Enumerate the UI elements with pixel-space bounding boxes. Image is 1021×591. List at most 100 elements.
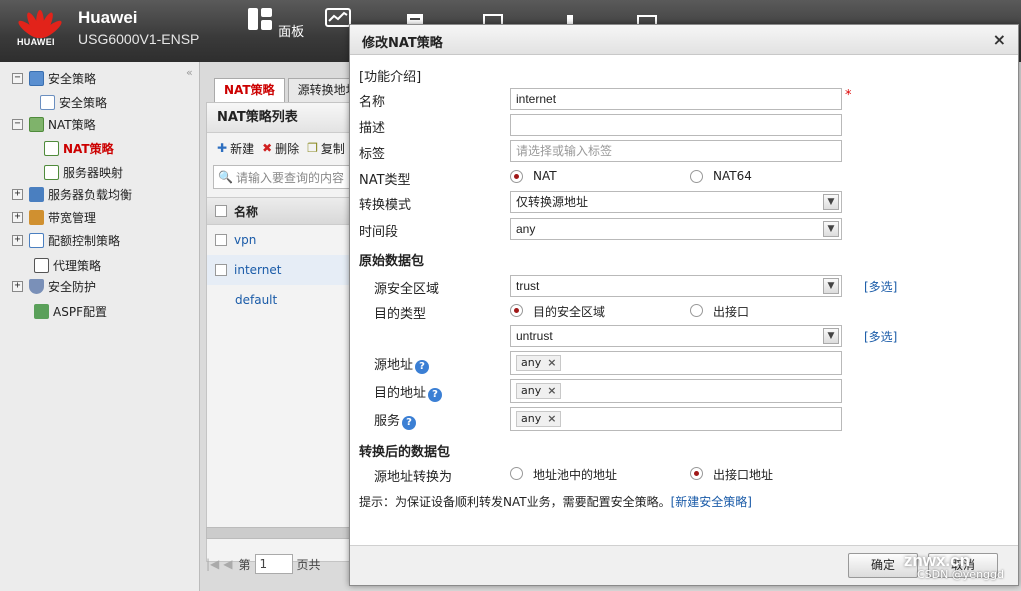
search-input[interactable]: 🔍 请输入要查询的内容 [213, 165, 363, 189]
tab-nat-policy[interactable]: NAT策略 [214, 78, 285, 102]
address-tag: any × [516, 355, 562, 371]
chevron-down-icon[interactable]: ▼ [823, 278, 839, 294]
src-address-label-group: 源地址? [374, 354, 430, 374]
sidebar-item-quota[interactable]: + 配额控制策略 [12, 229, 120, 251]
sidebar-item-security-protect[interactable]: + 安全防护 [12, 275, 96, 297]
time-range-select[interactable]: any ▼ [510, 218, 842, 240]
chevron-down-icon[interactable]: ▼ [823, 221, 839, 237]
egress-interface-label: 出接口地址 [713, 468, 774, 482]
copy-button-label: 复制 [320, 141, 345, 156]
row-checkbox[interactable] [215, 264, 227, 276]
proxy-icon [34, 257, 49, 273]
chevron-down-icon[interactable]: ▼ [823, 328, 839, 344]
tag-row: 标签 请选择或输入标签 [350, 140, 1018, 164]
dst-zone-multi-select-link[interactable]: [多选] [864, 328, 897, 345]
mode-label: 转换模式 [359, 198, 412, 213]
expander-icon[interactable]: + [12, 211, 23, 223]
address-pool-radio[interactable] [510, 467, 523, 480]
horizontal-scrollbar[interactable] [206, 527, 356, 539]
list-toolbar: ✚ 新建 ✖ 删除 ❐ 复制 [207, 133, 365, 163]
sidebar-item-server-mapping[interactable]: 服务器映射 [44, 161, 123, 183]
help-icon[interactable]: ? [428, 388, 443, 402]
chevron-down-icon[interactable]: ▼ [823, 194, 839, 210]
expander-icon[interactable]: + [12, 188, 23, 200]
required-marker: * [845, 88, 852, 103]
first-page-icon[interactable]: |◀ [206, 557, 219, 571]
brand-name: Huawei [78, 8, 138, 27]
dst-type-interface-radio[interactable] [690, 304, 703, 317]
name-label: 名称 [359, 95, 386, 110]
time-range-row: 时间段 any ▼ [350, 218, 1018, 242]
sidebar-item-aspf[interactable]: ASPF配置 [34, 300, 107, 322]
search-icon: 🔍 [218, 170, 233, 184]
name-row: 名称 internet * [350, 88, 1018, 112]
search-placeholder: 请输入要查询的内容 [235, 170, 344, 185]
expander-icon[interactable]: − [12, 72, 23, 84]
remove-tag-icon[interactable]: × [547, 384, 556, 397]
nat-type-nat-label: NAT [533, 169, 557, 183]
new-security-policy-link[interactable]: [新建安全策略] [671, 495, 752, 509]
nat-type-nat64-radio[interactable] [690, 170, 703, 183]
name-input[interactable]: internet [510, 88, 842, 110]
nav-dashboard[interactable]: 面板 [246, 6, 304, 40]
sidebar-item-security-policy[interactable]: − 安全策略 [12, 67, 96, 89]
collapse-sidebar-icon[interactable]: « [186, 66, 193, 79]
src-zone-multi-select-link[interactable]: [多选] [864, 278, 897, 295]
tag-input[interactable]: 请选择或输入标签 [510, 140, 842, 162]
src-translate-label: 源地址转换为 [374, 470, 453, 485]
sidebar-item-label: NAT策略 [48, 117, 96, 132]
table-row[interactable]: internet [207, 255, 365, 285]
row-name-link[interactable]: vpn [234, 233, 256, 247]
row-name-link[interactable]: internet [234, 263, 281, 277]
sidebar-item-bandwidth[interactable]: + 带宽管理 [12, 206, 96, 228]
table-row[interactable]: vpn [207, 225, 365, 255]
description-input[interactable] [510, 114, 842, 136]
expander-icon[interactable]: − [12, 118, 23, 130]
row-checkbox[interactable] [215, 234, 227, 246]
help-icon[interactable]: ? [402, 416, 417, 430]
close-icon[interactable]: × [993, 30, 1006, 49]
description-label: 描述 [359, 121, 386, 136]
remove-tag-icon[interactable]: × [547, 412, 556, 425]
watermark-sub: CSDN @yenggd [916, 568, 1004, 581]
dst-type-zone-radio[interactable] [510, 304, 523, 317]
description-row: 描述 [350, 114, 1018, 138]
page-number-input[interactable]: 1 [254, 554, 293, 574]
prev-page-icon[interactable]: ◀ [223, 557, 232, 571]
expander-icon[interactable]: + [12, 234, 23, 246]
feature-intro-link[interactable]: [功能介绍] [359, 66, 421, 85]
hint-row: 提示：为保证设备顺利转发NAT业务，需要配置安全策略。[新建安全策略] [350, 490, 1018, 514]
expander-icon[interactable]: + [12, 280, 23, 292]
sidebar-item-proxy[interactable]: 代理策略 [34, 254, 101, 276]
remove-tag-icon[interactable]: × [547, 356, 556, 369]
sidebar-item-nat-policy-sub[interactable]: NAT策略 [44, 137, 114, 159]
mode-select[interactable]: 仅转换源地址 ▼ [510, 191, 842, 213]
intro-row: [功能介绍] [350, 63, 1018, 87]
service-input[interactable]: any × [510, 407, 842, 431]
help-icon[interactable]: ? [415, 360, 430, 374]
tag-text: any [521, 356, 542, 369]
sidebar-item-load-balance[interactable]: + 服务器负载均衡 [12, 183, 132, 205]
dst-zone-select[interactable]: untrust ▼ [510, 325, 842, 347]
hint-group: 提示：为保证设备顺利转发NAT业务，需要配置安全策略。[新建安全策略] [359, 493, 752, 510]
sidebar-item-nat-policy[interactable]: − NAT策略 [12, 113, 96, 135]
copy-button[interactable]: ❐ 复制 [307, 140, 345, 157]
mode-value: 仅转换源地址 [516, 195, 589, 209]
nat-type-nat-radio[interactable] [510, 170, 523, 183]
delete-button[interactable]: ✖ 删除 [262, 140, 299, 157]
select-all-checkbox[interactable] [215, 205, 227, 217]
mode-row: 转换模式 仅转换源地址 ▼ [350, 191, 1018, 215]
egress-interface-radio[interactable] [690, 467, 703, 480]
server-map-icon [44, 164, 59, 180]
src-address-input[interactable]: any × [510, 351, 842, 375]
copy-icon: ❐ [307, 141, 318, 155]
huawei-logo-icon [18, 10, 62, 39]
policy-doc-icon [40, 94, 55, 110]
row-name-link[interactable]: default [235, 293, 277, 307]
src-zone-select[interactable]: trust ▼ [510, 275, 842, 297]
dst-address-input[interactable]: any × [510, 379, 842, 403]
sidebar-item-security-policy-sub[interactable]: 安全策略 [40, 91, 107, 113]
table-row[interactable]: default [207, 285, 365, 315]
src-address-label: 源地址 [374, 358, 414, 373]
new-button[interactable]: ✚ 新建 [217, 140, 254, 157]
